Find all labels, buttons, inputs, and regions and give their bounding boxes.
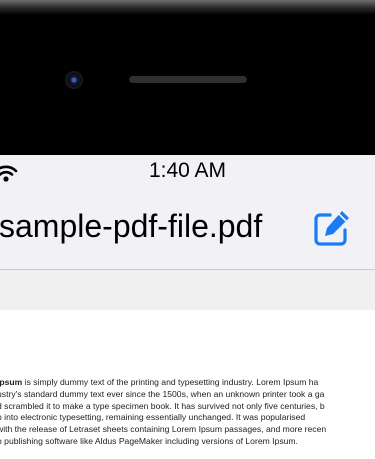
status-time: 1:40 AM [148,159,227,182]
pdf-text-line: Ipsum is simply dummy text of the printi… [0,377,375,389]
pdf-text-line: with the release of Letraset sheets cont… [0,424,327,435]
pdf-text-line: ustry's standard dummy text ever since t… [0,388,325,399]
earpiece-speaker [129,76,247,83]
edit-icon[interactable] [311,207,353,249]
pdf-text-line: o publishing software like Aldus PageMak… [0,435,298,446]
pdf-text-line: p into electronic typesetting, remaining… [0,412,306,423]
pdf-bold-lead: Ipsum [0,377,23,387]
pdf-text-block: Ipsum is simply dummy text of the printi… [0,377,375,448]
pdf-text-line: d scrambled it to make a type specimen b… [0,400,325,411]
front-camera [65,71,83,89]
device-bezel [0,0,375,155]
document-title: sample-pdf-file.pdf [0,208,263,244]
bezel-edge [0,0,375,14]
